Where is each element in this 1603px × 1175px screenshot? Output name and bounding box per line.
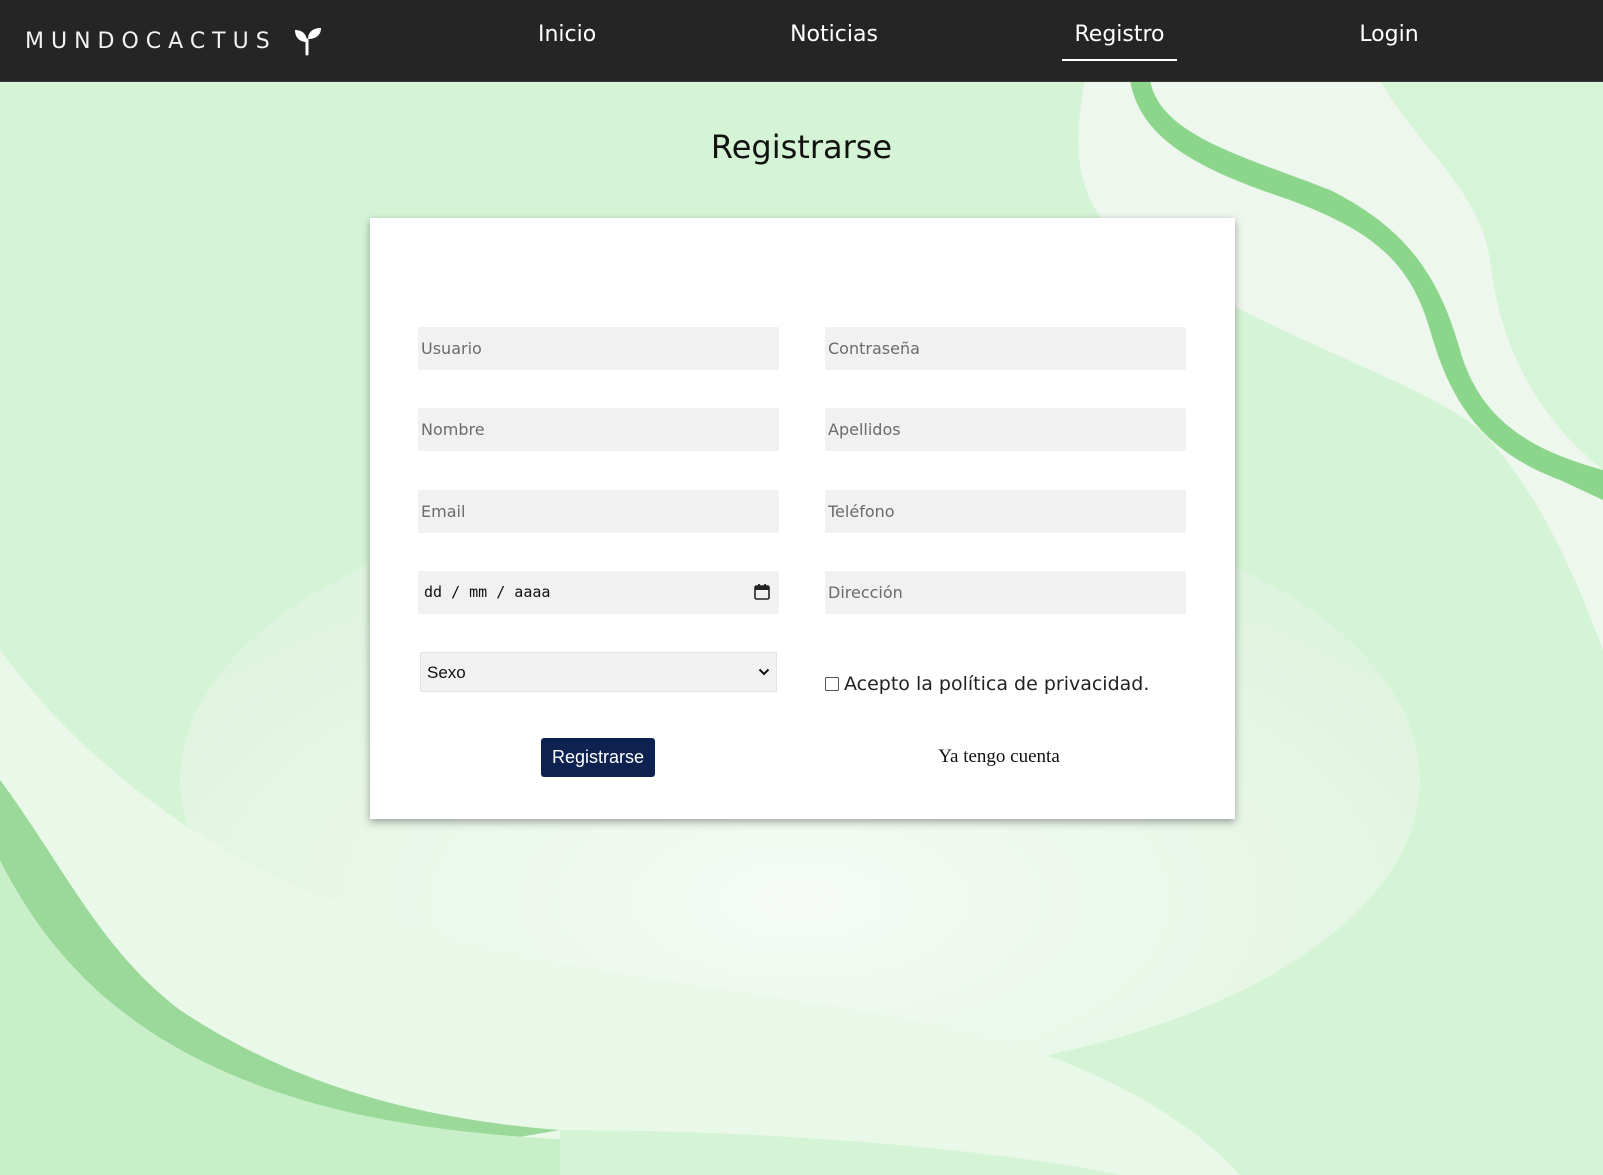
birthdate-input[interactable]: dd / mm / aaaa	[418, 571, 779, 614]
nav-inicio[interactable]: Inicio	[538, 22, 596, 59]
nav-login[interactable]: Login	[1359, 22, 1419, 59]
page-title: Registrarse	[710, 128, 893, 166]
date-placeholder: dd / mm / aaaa	[424, 583, 551, 601]
registration-form-card: dd / mm / aaaa Sexo Acepto la política d…	[370, 218, 1235, 819]
calendar-icon[interactable]	[753, 583, 771, 601]
sexo-selected-value: Sexo	[427, 663, 466, 682]
apellidos-input[interactable]	[825, 408, 1186, 451]
submit-registration-button[interactable]: Registrarse	[541, 738, 655, 777]
telefono-input[interactable]	[825, 490, 1186, 533]
sexo-select[interactable]: Sexo	[420, 652, 777, 692]
privacy-label: Acepto la política de privacidad.	[844, 673, 1150, 695]
nav-registro[interactable]: Registro	[1062, 22, 1177, 61]
nav-noticias[interactable]: Noticias	[790, 22, 878, 59]
privacy-checkbox[interactable]	[825, 677, 839, 691]
usuario-input[interactable]	[418, 327, 779, 370]
nombre-input[interactable]	[418, 408, 779, 451]
direccion-input[interactable]	[825, 571, 1186, 614]
chevron-down-icon	[758, 668, 770, 676]
sprout-icon	[294, 28, 321, 56]
top-navbar: MUNDOCACTUS Inicio Noticias Registro Log…	[0, 0, 1603, 82]
privacy-consent: Acepto la política de privacidad.	[825, 673, 1149, 695]
email-input[interactable]	[418, 490, 779, 533]
brand-name: MUNDOCACTUS	[25, 28, 277, 54]
contrasena-input[interactable]	[825, 327, 1186, 370]
already-have-account-link[interactable]: Ya tengo cuenta	[820, 746, 1178, 768]
brand-logo[interactable]: MUNDOCACTUS	[25, 26, 323, 56]
